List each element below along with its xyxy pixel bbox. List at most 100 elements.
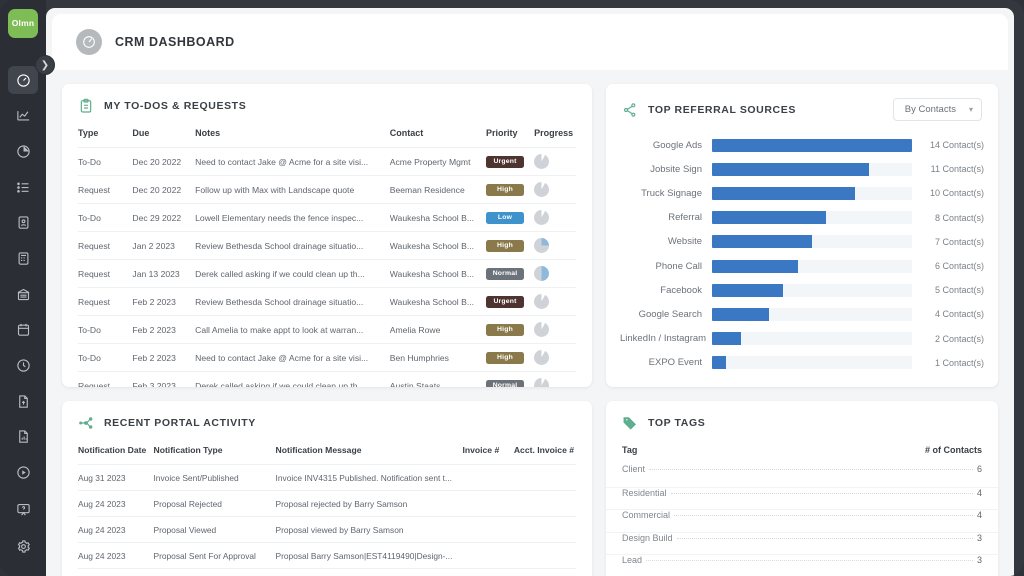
list-item[interactable]: Client 6 bbox=[606, 464, 998, 487]
bar-fill bbox=[712, 186, 855, 200]
cell-contact: Waukesha School B... bbox=[389, 287, 486, 316]
cell-acct-invoice-number bbox=[513, 568, 576, 576]
tag-name: Commercial bbox=[622, 510, 671, 520]
bar-value-label: 5 Contact(s) bbox=[934, 285, 984, 296]
table-row[interactable]: To-Do Feb 2 2023 Need to contact Jake @ Ac… bbox=[78, 343, 576, 372]
sidebar-item-documents[interactable] bbox=[8, 387, 38, 416]
portal-card-header: RECENT PORTAL ACTIVITY bbox=[62, 401, 592, 439]
bar-category-label: Truck Signage bbox=[641, 187, 702, 199]
col-number-of-contacts: # of Contacts bbox=[924, 445, 982, 455]
cell-invoice-number bbox=[462, 516, 514, 543]
list-item[interactable]: Design Build 3 bbox=[606, 531, 998, 555]
cell-notification-message: Proposal rejected by Barry Samson bbox=[275, 490, 463, 517]
cell-priority: Low bbox=[486, 203, 535, 232]
sidebar-item-help[interactable] bbox=[8, 494, 38, 524]
app-frame: Olmn ❯ CRM DASHBOARD MY TO-DOS & REQUEST… bbox=[0, 0, 1024, 576]
network-nodes-icon bbox=[78, 415, 94, 431]
cell-notification-message: Proposal viewed by Barry Samson bbox=[275, 516, 463, 543]
table-row[interactable]: Request Jan 2 2023 Review Bethesda School … bbox=[78, 231, 576, 260]
table-row[interactable]: Aug 24 2023 Proposal Rejected Proposal rej… bbox=[78, 490, 576, 517]
table-row[interactable]: To-Do Dec 29 2022 Lowell Elementary needs … bbox=[78, 203, 576, 232]
col-due: Due bbox=[132, 128, 150, 138]
referral-metric-select[interactable]: By Contacts ▾ bbox=[892, 98, 982, 121]
bar-fill bbox=[712, 332, 741, 346]
bar-fill bbox=[712, 211, 827, 225]
cell-notification-date: Aug 24 2023 bbox=[78, 490, 154, 517]
tag-name: Residential bbox=[622, 487, 667, 498]
table-row[interactable]: Request Dec 20 2022 Follow up with Max wit… bbox=[78, 175, 576, 204]
cell-due: Feb 3 2023 bbox=[132, 371, 196, 387]
table-row[interactable]: Request Jan 13 2023 Derek called asking if… bbox=[78, 259, 576, 288]
sidebar-item-media[interactable] bbox=[8, 458, 38, 487]
sidebar-item-calendar[interactable] bbox=[8, 316, 38, 345]
sidebar-collapse-toggle[interactable]: ❯ bbox=[35, 55, 55, 75]
table-row[interactable]: To-Do Feb 2 2023 Call Amelia to make appt … bbox=[78, 315, 576, 344]
sidebar-item-dashboard[interactable] bbox=[8, 65, 38, 95]
sidebar-bottom-group bbox=[8, 494, 38, 576]
todos-card-title: MY TO-DOS & REQUESTS bbox=[104, 100, 247, 112]
table-row[interactable]: Request Feb 2 2023 Review Bethesda School … bbox=[78, 287, 576, 316]
bar-row: Truck Signage 10 Contact(s) bbox=[620, 181, 984, 205]
sidebar-item-settings[interactable] bbox=[8, 531, 38, 561]
todos-table-wrap: Type Due Notes Contact Priority Progress… bbox=[62, 122, 592, 387]
bar-fill bbox=[712, 138, 912, 152]
app-logo[interactable]: Olmn bbox=[8, 9, 38, 38]
cell-notification-type: Proposal Rejected bbox=[153, 490, 276, 517]
todos-header-row: Type Due Notes Contact Priority Progress bbox=[78, 122, 576, 148]
sidebar-item-contacts[interactable] bbox=[8, 208, 38, 237]
list-item[interactable]: Residential 4 bbox=[606, 486, 998, 510]
main-content: CRM DASHBOARD MY TO-DOS & REQUESTS Type … bbox=[46, 8, 1014, 576]
leader-dots bbox=[674, 515, 973, 516]
table-row[interactable]: Aug 31 2023 Invoice Sent/Published Invoice… bbox=[78, 464, 576, 491]
bar-track bbox=[712, 283, 912, 297]
cell-notification-message: Proposal Barry Samson|EST4119490|Design-… bbox=[275, 542, 463, 569]
table-row[interactable]: Aug 24 2023 Proposal Sent For Approval Pro… bbox=[78, 542, 576, 569]
bar-track bbox=[712, 307, 912, 321]
cell-notes: Review Bethesda School drainage situatio… bbox=[195, 231, 390, 260]
clipboard-icon bbox=[78, 98, 94, 114]
table-row[interactable]: Request Feb 3 2023 Derek called asking if … bbox=[78, 371, 576, 387]
col-progress: Progress bbox=[534, 128, 574, 138]
cell-notification-date: Aug 24 2023 bbox=[78, 568, 154, 576]
leader-dots bbox=[670, 492, 973, 494]
table-row[interactable]: Aug 24 2023Proposal ApprovedProposal app… bbox=[78, 568, 576, 576]
page-header: CRM DASHBOARD bbox=[52, 14, 1008, 70]
sidebar-item-estimates[interactable] bbox=[8, 244, 38, 273]
table-row[interactable]: Aug 24 2023 Proposal Viewed Proposal viewe… bbox=[78, 516, 576, 543]
cell-acct-invoice-number bbox=[513, 542, 576, 569]
progress-donut bbox=[534, 154, 550, 169]
sidebar-item-timesheets[interactable] bbox=[8, 351, 38, 380]
table-row[interactable]: To-Do Dec 20 2022 Need to contact Jake @ A… bbox=[78, 147, 576, 176]
sidebar-item-lists[interactable] bbox=[8, 173, 38, 202]
tags-header-row: Tag # of Contacts bbox=[606, 439, 998, 464]
cell-priority: Urgent bbox=[486, 147, 535, 176]
referral-card-header: TOP REFERRAL SOURCES By Contacts ▾ bbox=[606, 84, 998, 129]
cell-progress bbox=[534, 175, 576, 204]
cell-priority: High bbox=[486, 343, 535, 372]
leader-dots bbox=[649, 469, 973, 470]
tag-contact-count: 3 bbox=[976, 555, 982, 565]
list-item[interactable]: Lead 3 bbox=[606, 554, 998, 576]
sidebar-item-accounting[interactable] bbox=[8, 280, 38, 309]
bar-category-label: Google Ads bbox=[652, 139, 702, 151]
cell-type: To-Do bbox=[78, 343, 133, 372]
leader-dots bbox=[646, 560, 973, 561]
list-item[interactable]: Commercial 4 bbox=[606, 509, 998, 532]
cell-priority: High bbox=[486, 231, 535, 260]
cell-contact: Beeman Residence bbox=[389, 175, 486, 204]
cell-progress bbox=[534, 147, 576, 176]
todos-body: To-Do Dec 20 2022 Need to contact Jake @ A… bbox=[78, 147, 576, 387]
bar-category-label: LinkedIn / Instagram bbox=[620, 333, 707, 345]
cell-contact: Amelia Rowe bbox=[389, 315, 486, 344]
sidebar-item-reports[interactable] bbox=[8, 423, 38, 452]
cell-type: To-Do bbox=[78, 315, 133, 344]
bar-value-label: 4 Contact(s) bbox=[934, 309, 984, 320]
cell-notes: Derek called asking if we could clean up… bbox=[195, 259, 390, 288]
cell-notification-type: Proposal Sent For Approval bbox=[153, 542, 276, 569]
status-badge: High bbox=[486, 351, 524, 364]
sidebar-item-analytics[interactable] bbox=[8, 101, 38, 130]
tag-name: Lead bbox=[622, 555, 643, 565]
sidebar-item-reports-pie[interactable] bbox=[8, 137, 38, 166]
portal-table-wrap: Notification Date Notification Type Noti… bbox=[62, 439, 592, 576]
progress-donut bbox=[534, 322, 550, 337]
